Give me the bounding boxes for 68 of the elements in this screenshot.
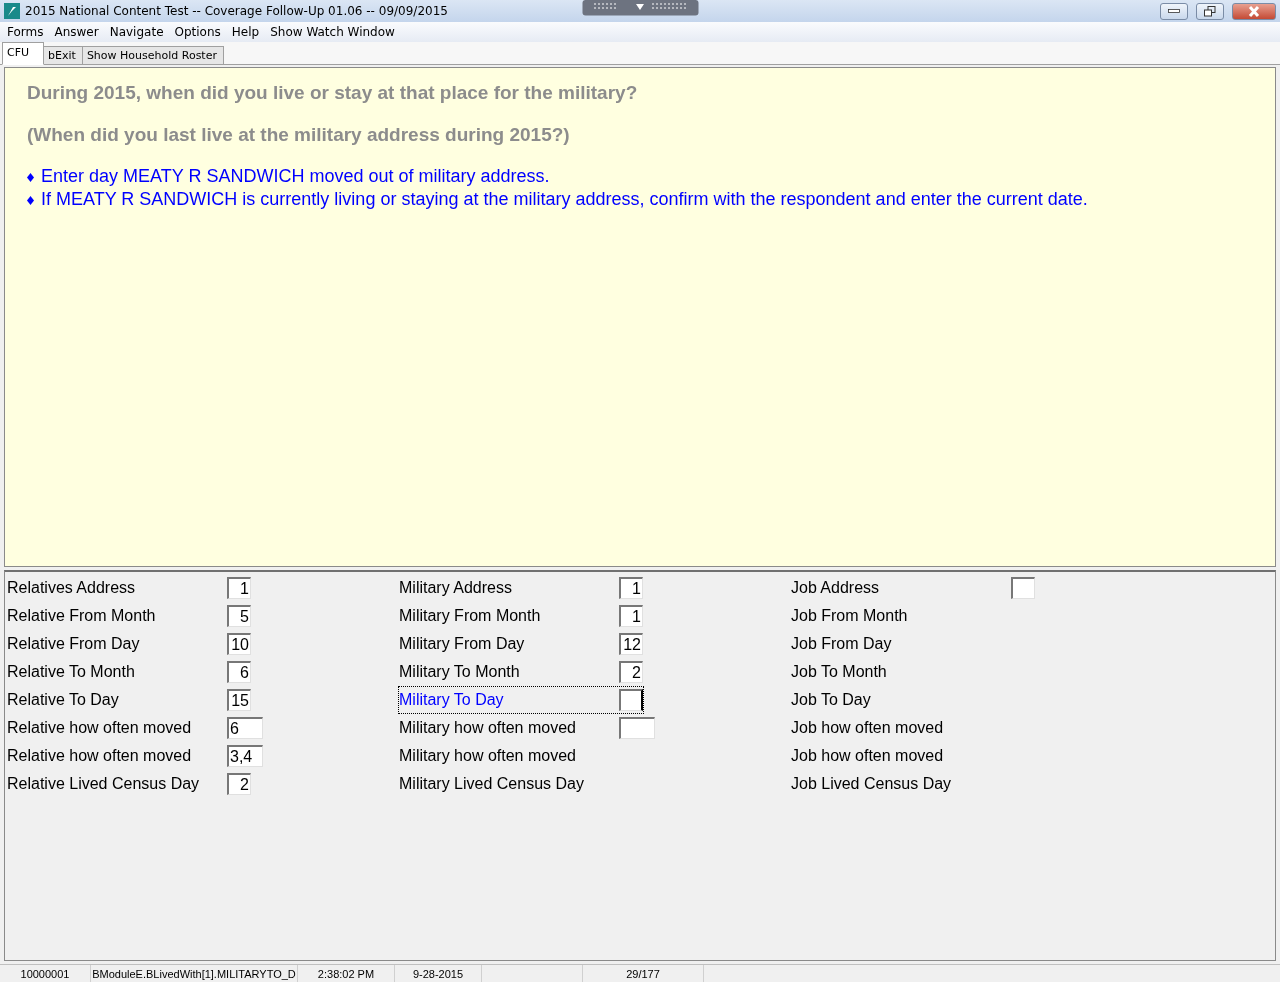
field-label: Job From Day — [791, 634, 893, 654]
input-field[interactable]: 5 — [227, 605, 251, 627]
input-field[interactable]: 6 — [227, 661, 251, 683]
diamond-bullet-icon — [27, 173, 34, 182]
restore-icon — [1204, 5, 1216, 17]
field-label: Job Address — [791, 578, 881, 598]
input-field[interactable]: 12 — [619, 633, 643, 655]
field-label: Military From Day — [399, 634, 526, 654]
menu-item[interactable]: Options — [169, 25, 227, 39]
input-field[interactable] — [1011, 577, 1035, 599]
input-field[interactable]: 1 — [227, 577, 251, 599]
tab[interactable]: CFU — [2, 42, 45, 65]
field-label: Job how often moved — [791, 718, 945, 738]
menu-item[interactable]: Help — [226, 25, 266, 39]
tab[interactable]: bExit — [43, 46, 83, 64]
input-field[interactable]: 2 — [619, 661, 643, 683]
instruction-text: If MEATY R SANDWICH is currently living or staying at the military address, confirm with the respondent and enter the current date. — [41, 189, 1088, 210]
field-label: Military how often moved — [399, 718, 577, 738]
field-label: Military Address — [399, 578, 513, 598]
input-field[interactable]: 2 — [227, 773, 251, 795]
input-field[interactable]: 15 — [227, 689, 251, 711]
field-label: Military how often moved — [399, 746, 577, 766]
diamond-bullet-icon — [27, 196, 34, 205]
field-label: Relative Lived Census Day — [7, 774, 201, 794]
field-label: Military Lived Census Day — [399, 774, 585, 794]
status-text: 2:38:02 PM — [298, 965, 395, 982]
field-label: Job To Day — [791, 690, 872, 710]
restore-button[interactable] — [1196, 2, 1224, 20]
close-button[interactable] — [1232, 2, 1276, 20]
instruction-text: Enter day MEATY R SANDWICH moved out of military address. — [41, 166, 550, 187]
menu-item[interactable]: Answer — [49, 25, 105, 39]
input-field[interactable]: 3,4 — [227, 745, 263, 767]
field-label: Military To Month — [399, 662, 521, 682]
app-icon — [4, 3, 20, 19]
dock-handle-icon[interactable] — [582, 0, 699, 16]
minimize-icon — [1168, 9, 1180, 13]
field-label: Military To Day — [399, 690, 505, 710]
question-text: (When did you last live at the military address during 2015?) — [27, 124, 571, 146]
field-label: Job how often moved — [791, 746, 945, 766]
status-text: 9-28-2015 — [395, 965, 482, 982]
question-text: During 2015, when did you live or stay at that place for the military? — [27, 82, 639, 104]
input-field[interactable]: 1 — [619, 577, 643, 599]
field-label: Job From Month — [791, 606, 909, 626]
menu-item[interactable]: Navigate — [104, 25, 170, 39]
field-label: Relative how often moved — [7, 746, 193, 766]
input-field[interactable] — [619, 689, 643, 711]
minimize-button[interactable] — [1160, 2, 1188, 20]
menu-item[interactable]: Show Watch Window — [265, 25, 401, 39]
input-field[interactable] — [619, 717, 655, 739]
field-label: Relative how often moved — [7, 718, 193, 738]
window-title: 2015 National Content Test -- Coverage Follow-Up 01.06 -- 09/09/2015 — [25, 4, 448, 18]
status-text: BModuleE.BLivedWith[1].MILITARYTO_D — [91, 965, 298, 982]
field-label: Relative From Day — [7, 634, 141, 654]
tab[interactable]: Show Household Roster — [81, 46, 224, 64]
input-field[interactable]: 6 — [227, 717, 263, 739]
input-field[interactable]: 10 — [227, 633, 251, 655]
menu-item[interactable]: Forms — [2, 25, 50, 39]
field-label: Relative To Month — [7, 662, 136, 682]
field-label: Relatives Address — [7, 578, 137, 598]
field-label: Job To Month — [791, 662, 888, 682]
field-label: Relative From Month — [7, 606, 157, 626]
field-label: Military From Month — [399, 606, 542, 626]
field-label: Job Lived Census Day — [791, 774, 953, 794]
status-text: 10000001 — [0, 965, 91, 982]
close-icon — [1248, 5, 1260, 17]
field-label: Relative To Day — [7, 690, 120, 710]
input-field[interactable]: 1 — [619, 605, 643, 627]
status-text: 29/177 — [582, 965, 704, 982]
